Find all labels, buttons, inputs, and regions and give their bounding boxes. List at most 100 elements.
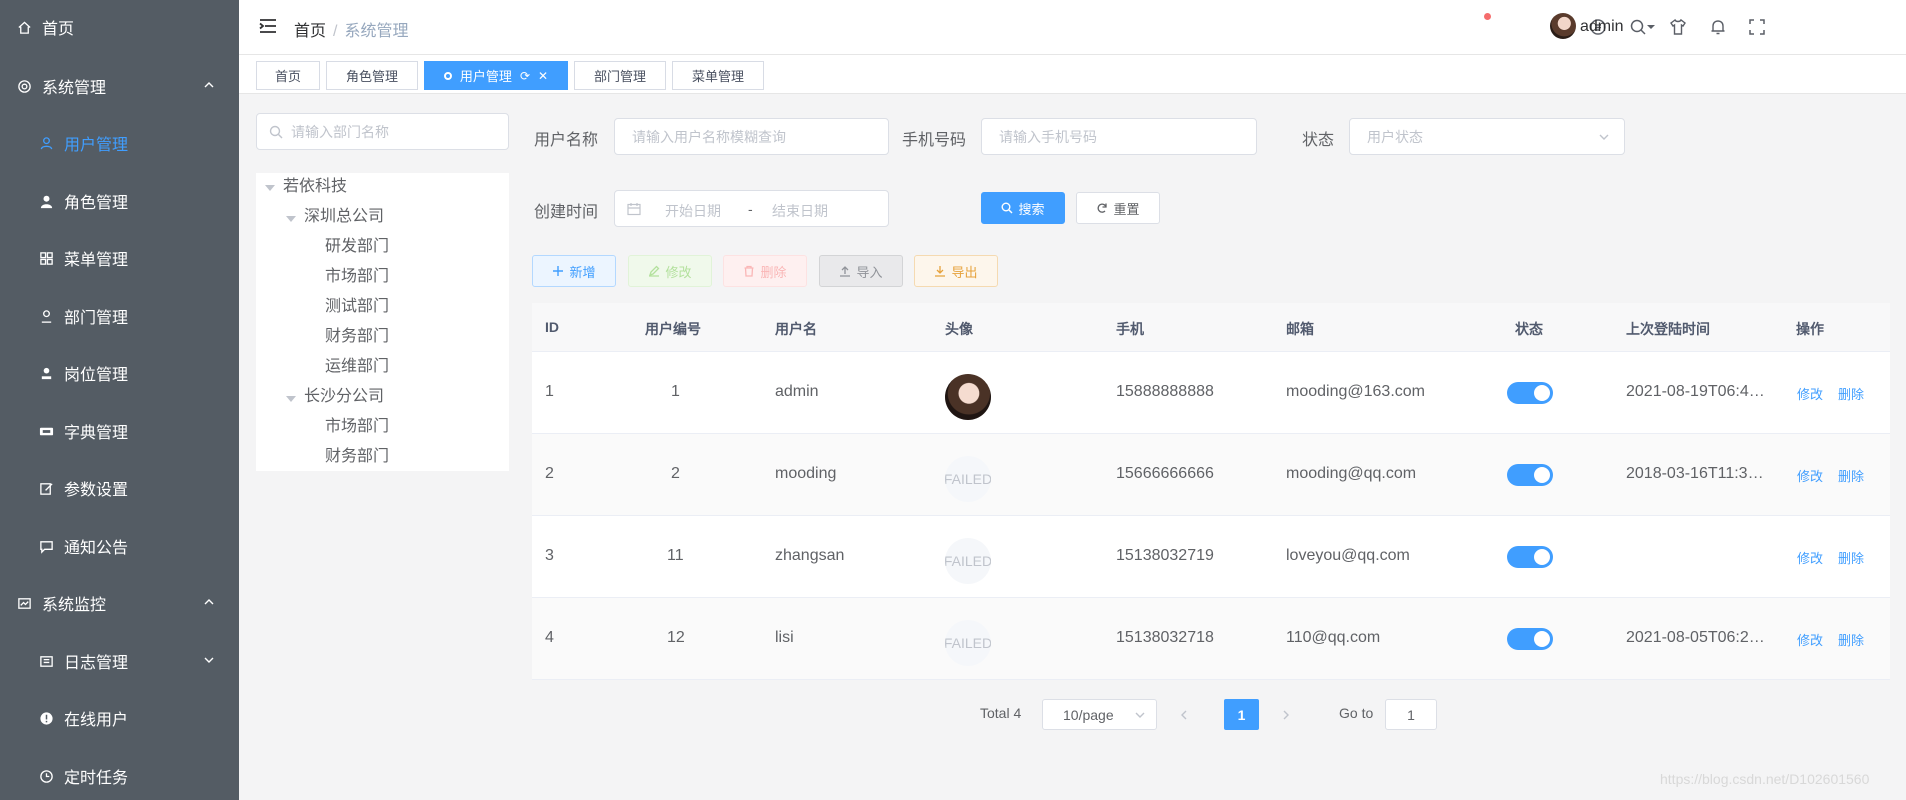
phone-input[interactable] [982,119,1256,154]
sidebar-item-params[interactable]: 参数设置 [0,468,239,508]
end-date[interactable]: 结束日期 [772,201,828,221]
sidebar-item-home[interactable]: 首页 [0,7,239,47]
breadcrumb-home[interactable]: 首页 [294,23,326,40]
sidebar-item-dept[interactable]: 部门管理 [0,296,239,336]
sidebar-item-roles[interactable]: 角色管理 [0,181,239,221]
table-row[interactable]: 1 1 admin 15888888888 mooding@163.com 20… [532,352,1890,434]
column-header[interactable]: 状态 [1515,319,1543,339]
tree-node-branch[interactable]: 长沙分公司 [304,386,384,408]
monitor-icon [16,595,32,611]
sidebar-item-logs[interactable]: 日志管理 [0,641,239,681]
export-button[interactable]: 导出 [914,255,998,287]
status-switch[interactable] [1507,464,1553,486]
sidebar-item-jobs[interactable]: 定时任务 [0,756,239,796]
tree-node-leaf[interactable]: 市场部门 [325,266,389,288]
cell-phone: 15888888888 [1116,383,1214,400]
dept-search-input[interactable] [257,114,508,149]
tag-menus[interactable]: 菜单管理 [672,61,764,90]
tree-node-leaf[interactable]: 财务部门 [325,446,389,468]
theme-icon[interactable] [1669,18,1687,36]
sidebar-item-label: 定时任务 [64,770,129,787]
sidebar-item-users[interactable]: 用户管理 [0,123,239,163]
sidebar-item-label: 系统管理 [42,80,107,97]
column-header[interactable]: 头像 [945,319,973,339]
sidebar-item-posts[interactable]: 岗位管理 [0,353,239,393]
next-page-button[interactable] [1268,699,1304,730]
row-delete-link[interactable]: 删除 [1838,384,1864,403]
status-select-input[interactable] [1350,119,1624,154]
status-switch[interactable] [1507,628,1553,650]
table-row[interactable]: 4 12 lisi FAILED 15138032718 110@qq.com … [532,598,1890,680]
sidebar-item-label: 菜单管理 [64,252,129,269]
status-switch[interactable] [1507,382,1553,404]
tag-dept[interactable]: 部门管理 [574,61,666,90]
fullscreen-icon[interactable] [1748,18,1766,36]
row-edit-link[interactable]: 修改 [1797,630,1823,649]
row-delete-link[interactable]: 删除 [1838,466,1864,485]
delete-button[interactable]: 删除 [723,255,807,287]
row-edit-link[interactable]: 修改 [1797,548,1823,567]
row-delete-link[interactable]: 删除 [1838,548,1864,567]
dept-search [256,113,509,150]
sidebar-item-monitor[interactable]: 系统监控 [0,583,239,623]
column-header[interactable]: 操作 [1796,319,1824,339]
sidebar-item-label: 角色管理 [64,195,129,212]
tree-node-leaf[interactable]: 市场部门 [325,416,389,438]
table-row[interactable]: 2 2 mooding FAILED 15666666666 mooding@q… [532,434,1890,516]
edit-button[interactable]: 修改 [628,255,712,287]
tree-node-leaf[interactable]: 研发部门 [325,236,389,258]
page-size-select[interactable]: 10/page [1042,699,1157,730]
prev-page-button[interactable] [1166,699,1202,730]
column-header[interactable]: 邮箱 [1286,319,1314,339]
sidebar-item-menus[interactable]: 菜单管理 [0,238,239,278]
sidebar-item-notice[interactable]: 通知公告 [0,526,239,566]
cell-email: mooding@163.com [1286,383,1425,400]
reset-button[interactable]: 重置 [1076,192,1160,224]
sidebar-item-system[interactable]: 系统管理 [0,66,239,106]
cell-id: 4 [545,629,554,646]
caret-down-icon[interactable] [286,216,296,222]
tree-node-leaf[interactable]: 测试部门 [325,296,389,318]
caret-down-icon[interactable] [1646,22,1656,32]
close-icon[interactable]: ✕ [538,69,548,83]
column-header[interactable]: ID [545,319,559,335]
row-delete-link[interactable]: 删除 [1838,630,1864,649]
caret-down-icon[interactable] [286,396,296,402]
status-select[interactable] [1349,118,1625,155]
row-edit-link[interactable]: 修改 [1797,466,1823,485]
hamburger-icon[interactable] [259,17,277,35]
goto-input[interactable] [1386,700,1436,729]
upload-icon [840,266,851,277]
tag-home[interactable]: 首页 [256,61,320,90]
sidebar-item-online[interactable]: 在线用户 [0,698,239,738]
table-row[interactable]: 3 11 zhangsan FAILED 15138032719 loveyou… [532,516,1890,598]
search-button[interactable]: 搜索 [981,192,1065,224]
add-button[interactable]: 新增 [532,255,616,287]
tree-node-root[interactable]: 若依科技 [283,176,347,198]
status-switch[interactable] [1507,546,1553,568]
avatar[interactable] [1550,13,1576,39]
tag-users[interactable]: 用户管理 ⟳ ✕ [424,61,568,90]
tag-roles[interactable]: 角色管理 [326,61,418,90]
import-button[interactable]: 导入 [819,255,903,287]
cell-user-no: 1 [671,383,680,400]
date-range-picker[interactable]: 开始日期 - 结束日期 [614,190,889,227]
tree-node-branch[interactable]: 深圳总公司 [304,206,384,228]
username-input[interactable] [615,119,888,154]
sidebar-item-dict[interactable]: 字典管理 [0,411,239,451]
column-header[interactable]: 用户编号 [645,319,701,339]
column-header[interactable]: 上次登陆时间 [1626,319,1710,339]
page-number[interactable]: 1 [1224,699,1259,730]
refresh-icon[interactable]: ⟳ [520,69,530,83]
search-icon[interactable] [1629,18,1647,36]
cell-username: mooding [775,465,837,482]
bell-icon[interactable] [1709,18,1727,36]
caret-down-icon[interactable] [265,185,275,191]
start-date[interactable]: 开始日期 [665,201,721,221]
row-edit-link[interactable]: 修改 [1797,384,1823,403]
tree-node-leaf[interactable]: 财务部门 [325,326,389,348]
column-header[interactable]: 手机 [1116,319,1144,339]
column-header[interactable]: 用户名 [775,319,817,339]
username[interactable]: admin [1580,18,1624,36]
tree-node-leaf[interactable]: 运维部门 [325,356,389,378]
